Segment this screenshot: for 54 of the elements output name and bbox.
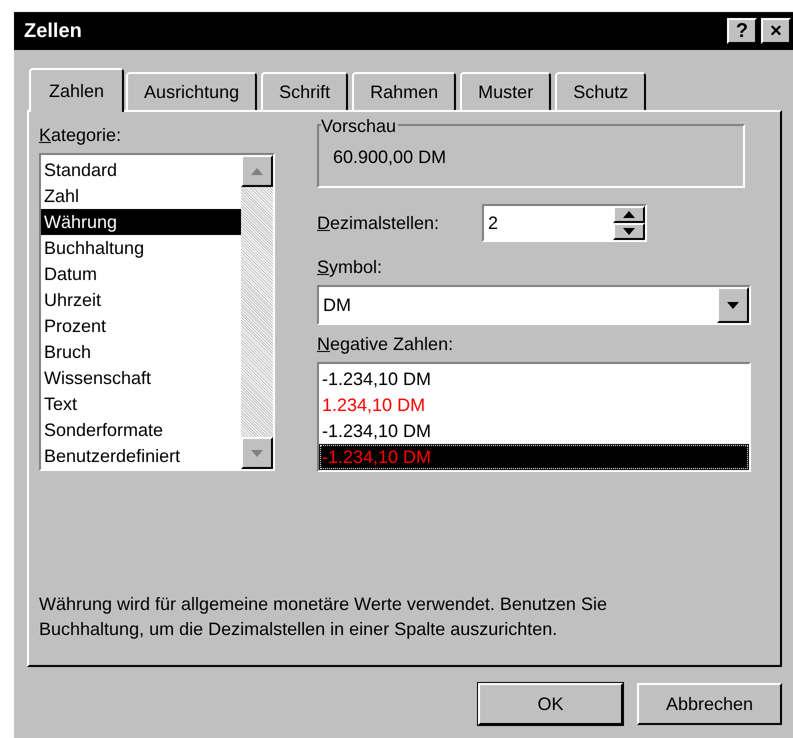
up-arrow-icon: [251, 168, 263, 174]
list-item[interactable]: Prozent: [41, 313, 241, 339]
negative-numbers-list[interactable]: -1.234,10 DM 1.234,10 DM -1.234,10 DM -1.234,10 DM: [317, 362, 751, 472]
spin-down-button[interactable]: [613, 223, 645, 240]
down-arrow-icon: [623, 228, 635, 235]
tab[interactable]: Ausrichtung: [126, 72, 258, 110]
negative-numbers-label: Negative Zahlen:: [317, 334, 454, 354]
list-item[interactable]: -1.234,10 DM: [319, 418, 749, 444]
decimals-spinner[interactable]: 2: [482, 204, 647, 242]
dropdown-button[interactable]: [717, 287, 749, 323]
list-item[interactable]: Benutzerdefiniert: [41, 443, 241, 469]
description-text: Währung wird für allgemeine monetäre Werte verwendet. Benutzen Sie Buchhaltung, um die Dezimalstellen in einer Spalte auszurichten.: [39, 593, 608, 641]
list-item[interactable]: Sonderformate: [41, 417, 241, 443]
scroll-down-button[interactable]: [241, 437, 273, 469]
preview-value: 60.900,00 DM: [333, 147, 446, 167]
list-item[interactable]: Zahl: [41, 183, 241, 209]
number-format-text: -1.234,10 DM: [322, 369, 432, 389]
list-item[interactable]: -1.234,10 DM: [319, 444, 749, 470]
scroll-up-button[interactable]: [241, 155, 273, 187]
list-item[interactable]: -1.234,10 DM: [319, 366, 749, 392]
list-item[interactable]: Text: [41, 391, 241, 417]
number-format-text: -1.234,10 DM: [322, 447, 432, 467]
up-arrow-icon: [623, 211, 635, 218]
category-list[interactable]: Standard Zahl Währung Buchhaltung Datum Uhrzeit Prozent Bruch Wissenschaft Text Sonderformate Benutzerdefiniert: [39, 153, 275, 471]
ok-button[interactable]: OK: [478, 683, 623, 725]
symbol-dropdown[interactable]: DM: [317, 285, 751, 325]
tab[interactable]: Rahmen: [352, 72, 456, 110]
list-item[interactable]: Datum: [41, 261, 241, 287]
number-format-text: -1.234,10 DM: [322, 421, 432, 441]
tab[interactable]: Schrift: [261, 72, 348, 110]
close-button[interactable]: ×: [761, 18, 791, 44]
list-item[interactable]: Buchhaltung: [41, 235, 241, 261]
tab[interactable]: Schutz: [555, 72, 646, 110]
tab[interactable]: Muster: [460, 72, 552, 110]
list-item[interactable]: Währung: [41, 209, 241, 235]
scrollbar[interactable]: [241, 155, 273, 469]
caret-icon: [727, 302, 739, 308]
list-item[interactable]: Uhrzeit: [41, 287, 241, 313]
list-item[interactable]: Wissenschaft: [41, 365, 241, 391]
decimals-label: Dezimalstellen:: [317, 212, 440, 232]
number-format-text: 1.234,10 DM: [322, 395, 426, 415]
list-item[interactable]: 1.234,10 DM: [319, 392, 749, 418]
symbol-label: Symbol:: [317, 257, 382, 277]
symbol-value: DM: [322, 294, 352, 317]
down-arrow-icon: [251, 450, 263, 456]
spin-up-button[interactable]: [613, 206, 645, 223]
category-label: Kategorie:: [39, 124, 122, 147]
list-item[interactable]: Standard: [41, 157, 241, 183]
list-item[interactable]: Bruch: [41, 339, 241, 365]
help-button[interactable]: ?: [727, 18, 757, 44]
window-title: Zellen: [24, 19, 83, 44]
tab[interactable]: Zahlen: [29, 68, 124, 112]
decimals-value: 2: [487, 212, 500, 235]
cancel-button[interactable]: Abbrechen: [637, 683, 782, 725]
